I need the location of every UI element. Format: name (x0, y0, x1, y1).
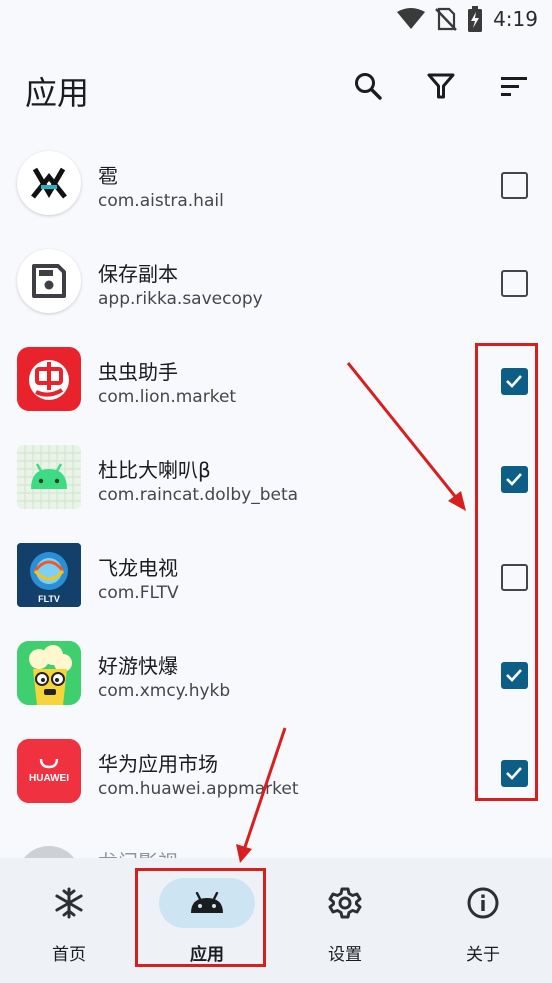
list-item[interactable]: 虫虫助手 com.lion.market (0, 332, 552, 430)
list-item[interactable]: 保存副本 app.rikka.savecopy (0, 234, 552, 332)
checkbox[interactable] (501, 270, 528, 297)
app-name: 杜比大喇叭β (98, 458, 211, 482)
page-title: 应用 (25, 74, 90, 112)
fltv-logo-text: FLTV (38, 594, 60, 604)
app-name: 雹 (98, 164, 118, 188)
search-icon (355, 73, 382, 100)
app-icon (17, 846, 81, 858)
app-bar: 应用 (0, 40, 552, 136)
list-item[interactable]: FLTV 飞龙电视 com.FLTV (0, 528, 552, 626)
app-package: com.lion.market (98, 387, 237, 407)
huawei-icon: HUAWEI (17, 739, 81, 803)
app-package: com.huawei.appmarket (98, 779, 299, 799)
nav-label: 首页 (52, 945, 86, 965)
save-icon (17, 249, 81, 313)
app-name: 华为应用市场 (98, 752, 218, 776)
nav-item-about[interactable]: 关于 (414, 858, 552, 983)
wifi-icon (397, 8, 426, 29)
huawei-logo-text: HUAWEI (29, 773, 69, 784)
snowflake-icon (55, 887, 83, 919)
nav-label: 关于 (466, 945, 500, 965)
annotation-box-checkboxes (475, 343, 538, 801)
app-name: 虫虫助手 (98, 360, 178, 384)
app-name: 龙门影视 (98, 846, 178, 858)
filter-button[interactable] (421, 66, 461, 106)
sort-icon (501, 77, 527, 96)
sort-button[interactable] (494, 66, 534, 106)
app-name: 保存副本 (98, 262, 178, 286)
no-sim-icon (435, 7, 457, 31)
nav-item-settings[interactable]: 设置 (276, 858, 414, 983)
filter-icon (427, 73, 455, 99)
gear-icon (328, 887, 362, 919)
info-icon (467, 887, 499, 919)
list-item[interactable]: 杜比大喇叭β com.raincat.dolby_beta (0, 430, 552, 528)
hail-icon (17, 151, 81, 215)
nav-label: 设置 (328, 945, 362, 965)
status-time: 4:19 (493, 7, 538, 31)
search-button[interactable] (348, 66, 388, 106)
fltv-icon: FLTV (17, 543, 81, 607)
annotation-box-apps-tab (135, 868, 266, 967)
app-package: com.raincat.dolby_beta (98, 485, 299, 505)
bottom-navigation: 首页 应用 设置 关于 (0, 858, 552, 983)
checkbox[interactable] (501, 172, 528, 199)
app-list[interactable]: 雹 com.aistra.hail 保存副本 app.rikka.savecop… (0, 136, 552, 858)
list-item[interactable]: 龙门影视 (0, 822, 552, 858)
chongchong-icon (17, 347, 81, 411)
nav-item-home[interactable]: 首页 (0, 858, 138, 983)
app-package: com.aistra.hail (98, 191, 224, 211)
app-package: com.FLTV (98, 583, 179, 603)
list-item[interactable]: 好游快爆 com.xmcy.hykb (0, 626, 552, 724)
battery-charging-icon (468, 6, 483, 32)
app-name: 飞龙电视 (98, 556, 178, 580)
list-item[interactable]: 雹 com.aistra.hail (0, 136, 552, 234)
hykb-icon (17, 641, 81, 705)
list-item[interactable]: HUAWEI 华为应用市场 com.huawei.appmarket (0, 724, 552, 822)
app-package: app.rikka.savecopy (98, 289, 263, 309)
app-package: com.xmcy.hykb (98, 681, 231, 701)
status-bar: 4:19 (0, 0, 552, 40)
app-name: 好游快爆 (98, 654, 178, 678)
android-icon (17, 445, 81, 509)
